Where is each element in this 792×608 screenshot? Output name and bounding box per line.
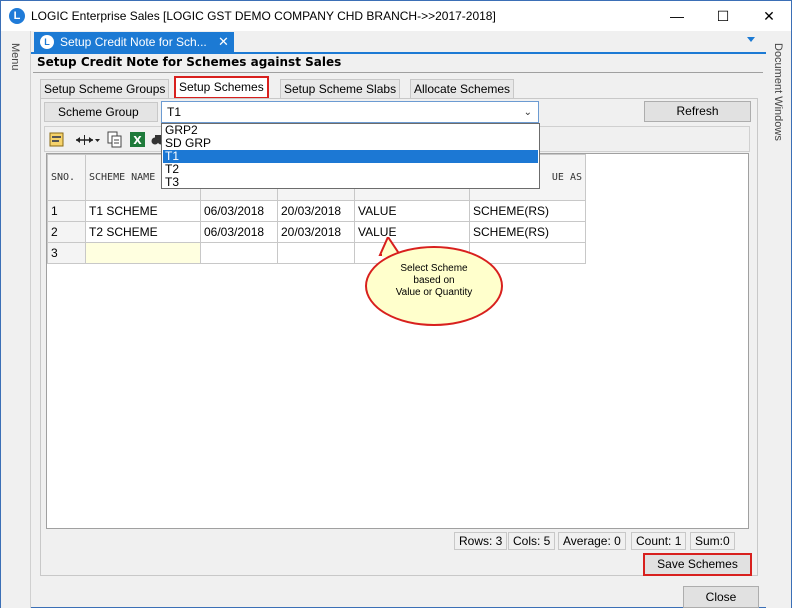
cell-scheme-type[interactable]: VALUE xyxy=(354,200,470,222)
scheme-group-select[interactable]: T1 ⌄ xyxy=(161,101,539,123)
row-number[interactable]: 1 xyxy=(47,200,86,222)
save-schemes-button[interactable]: Save Schemes xyxy=(643,553,752,576)
maximize-button[interactable]: ☐ xyxy=(700,1,746,31)
table-row[interactable]: 1 T1 SCHEME 06/03/2018 20/03/2018 VALUE … xyxy=(47,200,586,222)
document-tab-label: Setup Credit Note for Sch... xyxy=(60,35,207,49)
tab-allocate-schemes[interactable]: Allocate Schemes xyxy=(410,79,515,98)
close-button[interactable]: Close xyxy=(683,586,759,608)
title-bar: L LOGIC Enterprise Sales [LOGIC GST DEMO… xyxy=(1,1,791,31)
hint-line: based on xyxy=(413,275,455,286)
row-number[interactable]: 2 xyxy=(47,221,86,243)
hint-callout-text: Select Scheme based on Value or Quantity xyxy=(383,263,485,299)
table-row[interactable]: 3 xyxy=(47,242,586,264)
svg-text:X: X xyxy=(133,134,142,147)
excel-icon[interactable]: X xyxy=(129,131,146,148)
status-sum: Sum:0 xyxy=(690,532,735,550)
dropdown-option-grp2[interactable]: GRP2 xyxy=(163,124,538,137)
tab-setup-schemes[interactable]: Setup Schemes xyxy=(174,76,269,99)
hint-line: Select Scheme xyxy=(400,263,468,274)
menu-rail-label[interactable]: Menu xyxy=(9,43,21,71)
status-average: Average: 0 xyxy=(558,532,626,550)
form-title-divider xyxy=(33,72,763,73)
cell-value-as[interactable]: SCHEME(RS) xyxy=(469,200,586,222)
window-title: LOGIC Enterprise Sales [LOGIC GST DEMO C… xyxy=(31,9,496,23)
logic-logo-icon: L xyxy=(40,35,54,49)
cell-value-as[interactable]: SCHEME(RS) xyxy=(469,221,586,243)
tab-setup-scheme-slabs[interactable]: Setup Scheme Slabs xyxy=(280,79,401,98)
app-window: L LOGIC Enterprise Sales [LOGIC GST DEMO… xyxy=(0,0,792,608)
cell-to-date[interactable]: 20/03/2018 xyxy=(277,200,355,222)
chevron-down-icon[interactable] xyxy=(747,37,755,42)
row-number[interactable]: 3 xyxy=(47,242,86,264)
hint-line: Value or Quantity xyxy=(395,287,473,298)
cell-scheme-type[interactable]: VALUE xyxy=(354,221,470,243)
form-icon[interactable] xyxy=(49,131,65,148)
tabstrip-divider xyxy=(31,52,766,54)
cell-scheme-name[interactable]: T2 SCHEME xyxy=(85,221,201,243)
scheme-group-value: T1 xyxy=(167,105,182,119)
column-header-sno[interactable]: SNO. xyxy=(47,154,86,201)
document-windows-rail[interactable]: Document Windows xyxy=(766,31,791,608)
scheme-group-label: Scheme Group xyxy=(44,102,158,122)
document-tabstrip: L Setup Credit Note for Sch... ✕ xyxy=(31,31,766,53)
cell-to-date[interactable]: 20/03/2018 xyxy=(277,221,355,243)
minimize-button[interactable]: — xyxy=(654,1,700,31)
table-row[interactable]: 2 T2 SCHEME 06/03/2018 20/03/2018 VALUE … xyxy=(47,221,586,243)
status-count: Count: 1 xyxy=(631,532,687,550)
document-tab[interactable]: L Setup Credit Note for Sch... ✕ xyxy=(34,32,234,53)
close-tab-icon[interactable]: ✕ xyxy=(218,32,229,52)
status-cols: Cols: 5 xyxy=(508,532,556,550)
cell-from-date[interactable]: 06/03/2018 xyxy=(200,200,278,222)
cell-from-date[interactable]: 06/03/2018 xyxy=(200,221,278,243)
close-window-button[interactable]: ✕ xyxy=(746,1,792,31)
cell-from-date[interactable] xyxy=(200,242,278,264)
cell-scheme-name[interactable]: T1 SCHEME xyxy=(85,200,201,222)
status-rows: Rows: 3 xyxy=(454,532,508,550)
dropdown-option-t2[interactable]: T2 xyxy=(163,163,538,176)
copy-icon[interactable] xyxy=(106,131,124,148)
left-menu-rail[interactable]: Menu xyxy=(1,31,31,608)
form-title: Setup Credit Note for Schemes against Sa… xyxy=(37,55,342,69)
refresh-button[interactable]: Refresh xyxy=(644,101,751,122)
dropdown-option-t3[interactable]: T3 xyxy=(163,176,538,189)
app-logo-icon: L xyxy=(9,8,25,24)
chevron-down-icon[interactable]: ⌄ xyxy=(524,107,532,118)
cell-to-date[interactable] xyxy=(277,242,355,264)
tab-setup-scheme-groups[interactable]: Setup Scheme Groups xyxy=(40,79,170,98)
dropdown-option-sd-grp[interactable]: SD GRP xyxy=(163,137,538,150)
column-resize-icon[interactable] xyxy=(75,131,101,148)
dropdown-option-t1[interactable]: T1 xyxy=(163,150,538,163)
scheme-group-dropdown-list: GRP2 SD GRP T1 T2 T3 xyxy=(161,123,540,189)
cell-scheme-name[interactable] xyxy=(85,242,201,264)
document-windows-label[interactable]: Document Windows xyxy=(772,43,784,141)
